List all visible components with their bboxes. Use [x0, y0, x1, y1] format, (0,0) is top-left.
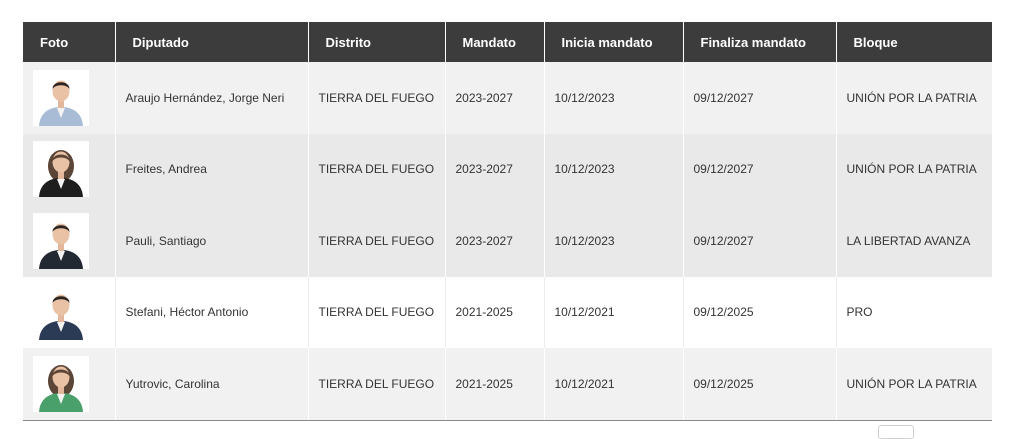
bloque-cell: UNIÓN POR LA PATRIA: [836, 348, 992, 421]
inicia-mandato-cell: 10/12/2023: [544, 133, 684, 205]
mandato-cell: 2021-2025: [445, 348, 545, 421]
diputado-name[interactable]: Yutrovic, Carolina: [115, 348, 309, 421]
foto-cell: [23, 133, 116, 205]
finaliza-mandato-cell: 09/12/2027: [683, 133, 837, 205]
table-row: Araujo Hernández, Jorge Neri TIERRA DEL …: [23, 62, 992, 134]
diputados-table: Foto Diputado Distrito Mandato Inicia ma…: [23, 22, 992, 421]
foto-cell: [23, 348, 116, 421]
diputado-name[interactable]: Pauli, Santiago: [115, 205, 309, 277]
col-header-distrito[interactable]: Distrito: [308, 22, 446, 62]
distrito-cell: TIERRA DEL FUEGO: [308, 205, 446, 277]
mandato-cell: 2023-2027: [445, 62, 545, 134]
finaliza-mandato-cell: 09/12/2025: [683, 348, 837, 421]
portrait-photo-icon[interactable]: [33, 284, 89, 341]
finaliza-mandato-cell: 09/12/2025: [683, 276, 837, 348]
portrait-photo-icon[interactable]: [33, 355, 89, 412]
bloque-cell: LA LIBERTAD AVANZA: [836, 205, 992, 277]
distrito-cell: TIERRA DEL FUEGO: [308, 348, 446, 421]
table-header: Foto Diputado Distrito Mandato Inicia ma…: [23, 22, 992, 62]
col-header-foto[interactable]: Foto: [23, 22, 116, 62]
distrito-cell: TIERRA DEL FUEGO: [308, 133, 446, 205]
inicia-mandato-cell: 10/12/2023: [544, 62, 684, 134]
col-header-mandato[interactable]: Mandato: [445, 22, 545, 62]
diputado-name[interactable]: Freites, Andrea: [115, 133, 309, 205]
portrait-photo-icon[interactable]: [33, 212, 89, 269]
finaliza-mandato-cell: 09/12/2027: [683, 62, 837, 134]
foto-cell: [23, 205, 116, 277]
finaliza-mandato-cell: 09/12/2027: [683, 205, 837, 277]
mandato-cell: 2021-2025: [445, 276, 545, 348]
inicia-mandato-cell: 10/12/2021: [544, 348, 684, 421]
foto-cell: [23, 276, 116, 348]
distrito-cell: TIERRA DEL FUEGO: [308, 276, 446, 348]
col-header-inicia-mandato[interactable]: Inicia mandato: [544, 22, 684, 62]
inicia-mandato-cell: 10/12/2021: [544, 276, 684, 348]
table-row: Pauli, Santiago TIERRA DEL FUEGO 2023-20…: [23, 205, 992, 277]
table-row: Stefani, Héctor Antonio TIERRA DEL FUEGO…: [23, 276, 992, 348]
pagination-control[interactable]: [878, 425, 914, 439]
distrito-cell: TIERRA DEL FUEGO: [308, 62, 446, 134]
bloque-cell: PRO: [836, 276, 992, 348]
portrait-photo-icon[interactable]: [33, 69, 89, 126]
col-header-finaliza-mandato[interactable]: Finaliza mandato: [683, 22, 837, 62]
table-row: Yutrovic, Carolina TIERRA DEL FUEGO 2021…: [23, 348, 992, 421]
bloque-cell: UNIÓN POR LA PATRIA: [836, 133, 992, 205]
mandato-cell: 2023-2027: [445, 205, 545, 277]
inicia-mandato-cell: 10/12/2023: [544, 205, 684, 277]
foto-cell: [23, 62, 116, 134]
diputado-name[interactable]: Stefani, Héctor Antonio: [115, 276, 309, 348]
bloque-cell: UNIÓN POR LA PATRIA: [836, 62, 992, 134]
col-header-diputado[interactable]: Diputado: [115, 22, 309, 62]
table-row: Freites, Andrea TIERRA DEL FUEGO 2023-20…: [23, 133, 992, 205]
col-header-bloque[interactable]: Bloque: [836, 22, 992, 62]
mandato-cell: 2023-2027: [445, 133, 545, 205]
diputado-name[interactable]: Araujo Hernández, Jorge Neri: [115, 62, 309, 134]
table-body: Araujo Hernández, Jorge Neri TIERRA DEL …: [23, 62, 992, 421]
portrait-photo-icon[interactable]: [33, 141, 89, 198]
header-row: Foto Diputado Distrito Mandato Inicia ma…: [23, 22, 992, 62]
